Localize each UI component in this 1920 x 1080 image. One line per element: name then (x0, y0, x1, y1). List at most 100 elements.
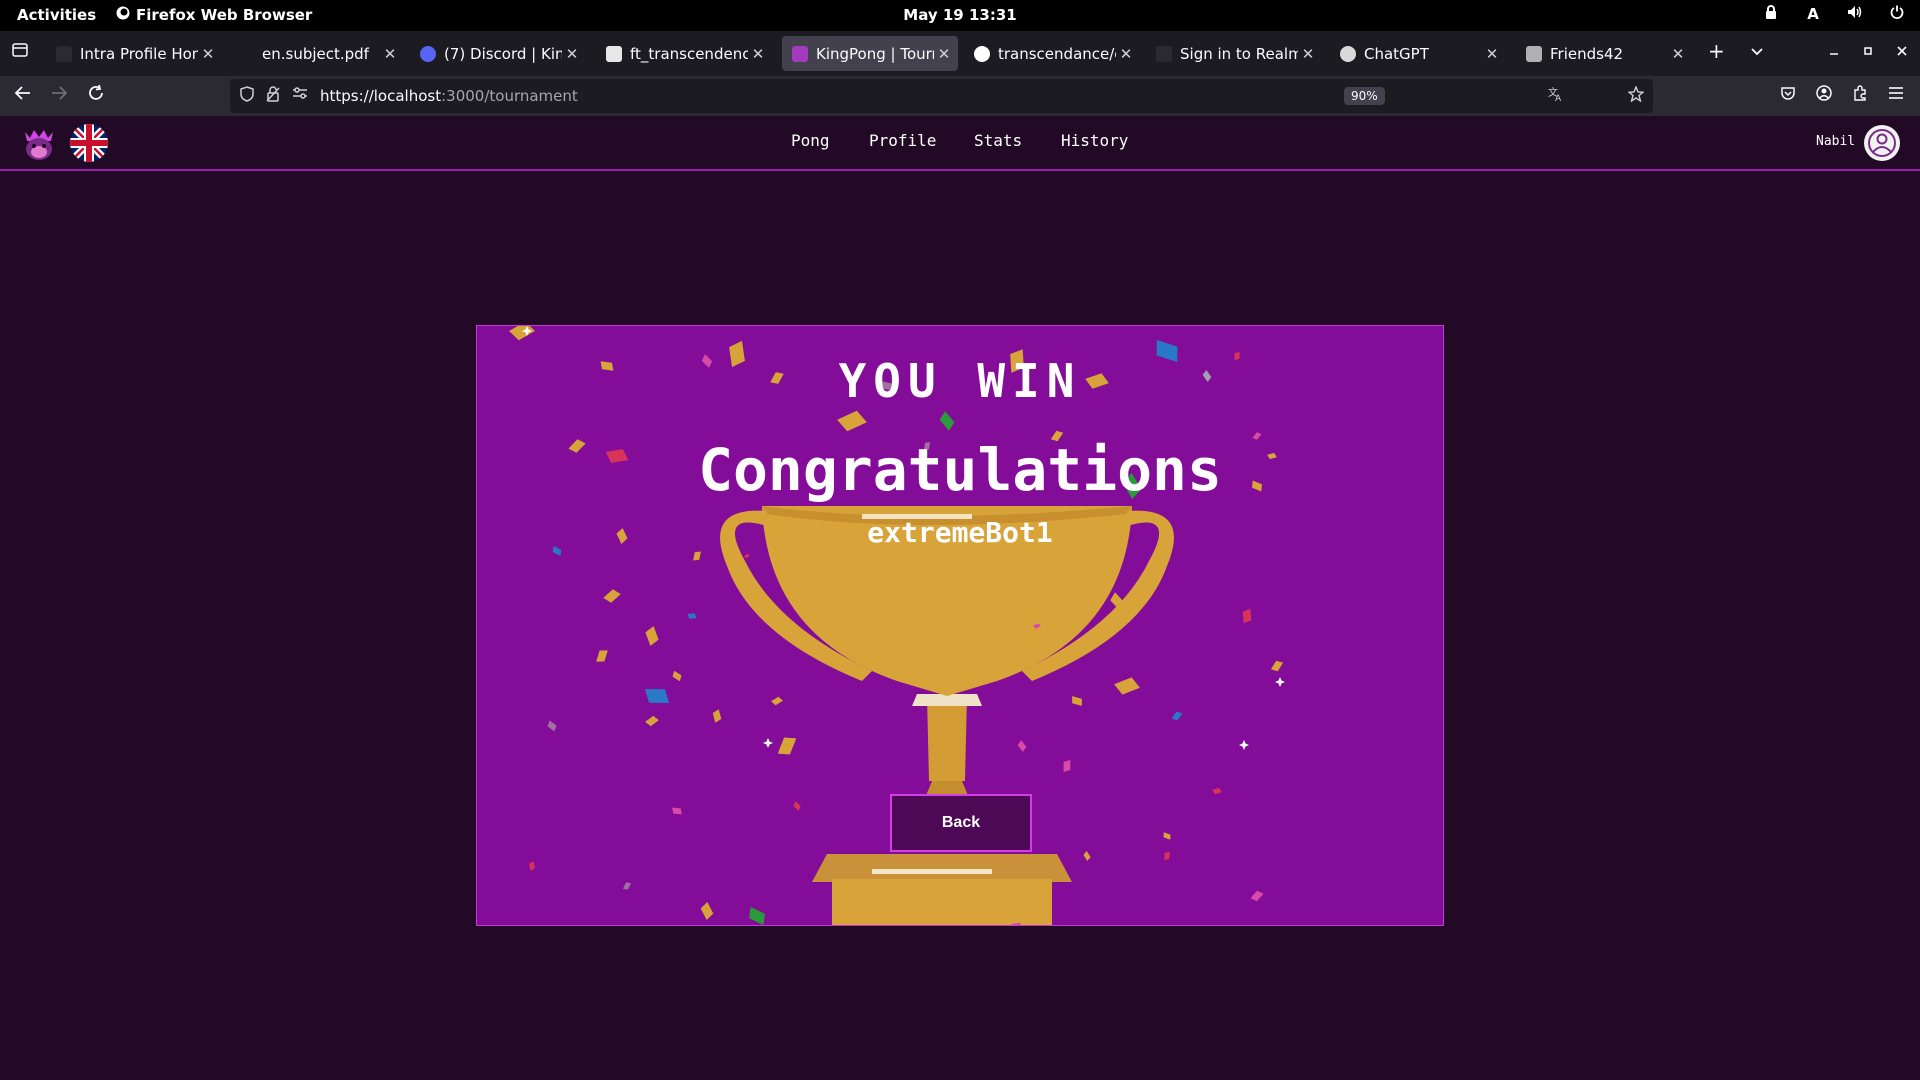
tab-intra-profile[interactable]: Intra Profile Home ✕ (46, 36, 222, 71)
navigation-toolbar: https://localhost:3000/tournament 文A 90% (0, 76, 1920, 116)
clock[interactable]: May 19 13:31 (0, 6, 1920, 24)
close-icon[interactable]: ✕ (1482, 45, 1502, 63)
system-top-bar: Activities Firefox Web Browser May 19 13… (0, 0, 1920, 31)
confetti-piece (749, 907, 765, 925)
tab-title: Friends42 (1550, 44, 1624, 63)
keyboard-layout-indicator[interactable]: A (1804, 5, 1822, 23)
confetti-piece (1063, 759, 1071, 773)
tab-title: ChatGPT (1364, 44, 1429, 63)
shield-icon[interactable] (240, 86, 254, 106)
favicon-icon (1156, 45, 1172, 62)
confetti-piece (529, 861, 535, 871)
close-icon[interactable]: ✕ (562, 45, 582, 63)
favicon-icon (56, 45, 72, 62)
confetti-piece (547, 720, 557, 732)
kingpong-logo-icon[interactable] (20, 124, 58, 162)
username[interactable]: Nabil (1816, 134, 1855, 149)
hamburger-menu-icon[interactable] (1888, 85, 1904, 104)
confetti-piece (509, 326, 535, 341)
back-button[interactable]: Back (890, 794, 1032, 852)
minimize-button[interactable] (1828, 42, 1840, 61)
confetti-piece (1212, 787, 1222, 795)
lock-icon (1762, 5, 1780, 23)
permissions-icon[interactable] (292, 86, 308, 104)
confetti-piece (777, 737, 797, 755)
uk-flag-icon[interactable] (70, 124, 108, 162)
close-icon[interactable]: ✕ (748, 45, 768, 63)
tab-title: en.subject.pdf (262, 44, 369, 63)
close-icon[interactable]: ✕ (1668, 45, 1688, 63)
maximize-button[interactable] (1862, 42, 1874, 61)
system-status-area[interactable]: A (1762, 5, 1906, 23)
confetti-piece (693, 551, 701, 561)
confetti-piece (687, 613, 697, 619)
favicon-icon (606, 45, 622, 62)
tab-kingpong-tournoi[interactable]: KingPong | Tournoi ✕ (782, 36, 958, 71)
favicon-icon (420, 45, 436, 62)
tab-title: KingPong | Tournoi (816, 44, 934, 63)
pocket-icon[interactable] (1780, 85, 1796, 105)
favicon-icon (792, 45, 808, 62)
zoom-level-button[interactable]: 90% (1344, 87, 1385, 105)
account-icon[interactable] (1816, 85, 1832, 105)
confetti-piece (1017, 740, 1027, 752)
tab-github-transcendance[interactable]: transcendance/clie ✕ (964, 36, 1140, 71)
new-tab-button[interactable]: + (1708, 39, 1725, 63)
tab-title: Sign in to Realm fo (1180, 44, 1298, 63)
svg-text:A: A (1555, 94, 1562, 102)
favicon-icon (238, 45, 254, 62)
power-icon (1888, 5, 1906, 23)
confetti-piece (622, 882, 632, 890)
extensions-icon[interactable] (1852, 85, 1868, 105)
confetti-piece (645, 626, 659, 646)
nav-link-pong[interactable]: Pong (791, 131, 830, 150)
list-all-tabs-button[interactable] (1750, 42, 1764, 61)
tab-subject-pdf[interactable]: en.subject.pdf ✕ (228, 36, 404, 71)
translate-icon[interactable]: 文A (1548, 86, 1564, 106)
confetti-piece (793, 801, 801, 811)
close-icon[interactable]: ✕ (934, 45, 954, 63)
tab-realm-signin[interactable]: Sign in to Realm fo ✕ (1146, 36, 1322, 71)
victory-panel: YOU WIN Congratulations extremeBot1 Back (476, 325, 1444, 926)
close-icon[interactable]: ✕ (198, 45, 218, 63)
firefox-view-icon[interactable] (12, 42, 28, 61)
tab-title: Intra Profile Home (80, 44, 198, 63)
tab-discord[interactable]: (7) Discord | King P ✕ (410, 36, 586, 71)
confetti-piece (939, 411, 955, 431)
tab-friends42[interactable]: Friends42 ✕ (1516, 36, 1692, 71)
bookmark-star-icon[interactable] (1627, 85, 1645, 106)
confetti-piece (1164, 851, 1170, 861)
confetti-piece (1114, 677, 1140, 695)
confetti-piece (1242, 608, 1252, 624)
favicon-icon (1526, 45, 1542, 62)
nav-link-history[interactable]: History (1061, 131, 1128, 150)
confetti-piece (1072, 696, 1082, 706)
url-host: https://localhost (320, 87, 442, 105)
url-text[interactable]: https://localhost:3000/tournament (320, 87, 578, 105)
forward-arrow-icon[interactable] (50, 84, 68, 107)
nav-link-stats[interactable]: Stats (974, 131, 1022, 150)
close-window-button[interactable] (1896, 42, 1908, 61)
sparkle-icon (763, 738, 773, 748)
close-icon[interactable]: ✕ (380, 45, 400, 63)
close-icon[interactable]: ✕ (1116, 45, 1136, 63)
tab-title: ft_transcendence | (630, 44, 748, 63)
avatar[interactable] (1864, 125, 1900, 161)
url-bar[interactable]: https://localhost:3000/tournament 文A 90% (230, 79, 1653, 113)
insecure-lock-icon[interactable] (266, 86, 280, 106)
github-icon (974, 45, 990, 62)
back-arrow-icon[interactable] (14, 84, 32, 107)
confetti-piece (596, 650, 608, 662)
tab-ft-transcendence[interactable]: ft_transcendence | ✕ (596, 36, 772, 71)
tab-title: transcendance/clie (998, 44, 1116, 63)
tab-title: (7) Discord | King P (444, 44, 562, 63)
volume-icon (1846, 5, 1864, 23)
confetti-piece (1163, 832, 1171, 840)
confetti-piece (672, 670, 682, 682)
close-icon[interactable]: ✕ (1298, 45, 1318, 63)
reload-icon[interactable] (87, 84, 105, 107)
confetti-piece (744, 553, 750, 559)
sparkle-icon (1239, 740, 1249, 750)
nav-link-profile[interactable]: Profile (869, 131, 936, 150)
tab-chatgpt[interactable]: ChatGPT ✕ (1330, 36, 1506, 71)
